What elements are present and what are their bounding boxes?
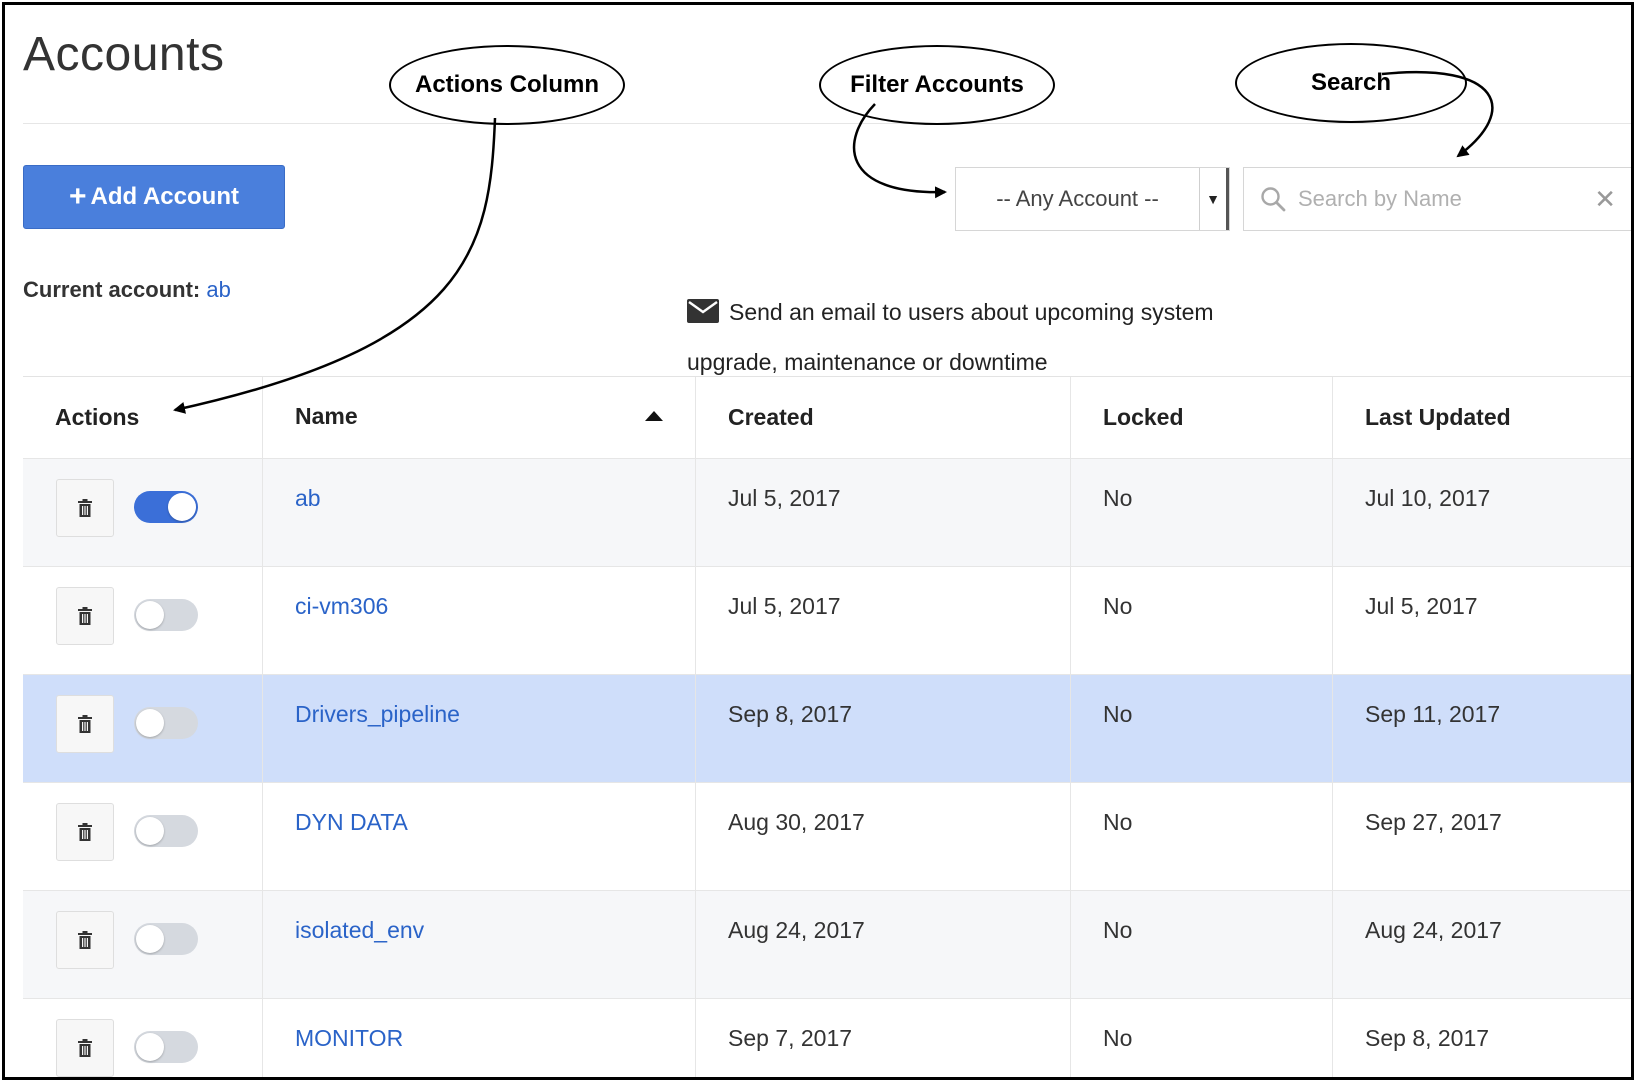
- account-name-link[interactable]: ci-vm306: [295, 593, 388, 619]
- delete-account-button[interactable]: [56, 911, 114, 969]
- callout-search: Search: [1235, 43, 1467, 123]
- search-icon: [1261, 187, 1286, 212]
- trash-icon: [78, 499, 92, 517]
- table-row[interactable]: ab Jul 5, 2017 No Jul 10, 2017: [23, 459, 1631, 567]
- account-name-cell: ab: [263, 459, 696, 566]
- account-filter-value: -- Any Account --: [996, 186, 1159, 211]
- current-account-label: Current account:: [23, 277, 201, 302]
- plus-icon: +: [69, 180, 87, 213]
- row-actions: [23, 459, 263, 566]
- last-updated-date: Sep 27, 2017: [1365, 809, 1502, 835]
- table-row[interactable]: isolated_env Aug 24, 2017 No Aug 24, 2017: [23, 891, 1631, 999]
- row-actions: [23, 891, 263, 998]
- created-date: Jul 5, 2017: [696, 459, 1071, 566]
- table-header-row: Actions Name Created Locked Last Updated: [23, 377, 1631, 459]
- column-header-name-label: Name: [295, 403, 358, 429]
- account-enabled-toggle[interactable]: [134, 599, 198, 631]
- search-box: ✕: [1243, 167, 1631, 231]
- accounts-table: Actions Name Created Locked Last Updated…: [23, 376, 1631, 1077]
- locked-status: No: [1071, 567, 1333, 674]
- delete-account-button[interactable]: [56, 587, 114, 645]
- account-name-link[interactable]: ab: [295, 485, 321, 511]
- search-input[interactable]: [1298, 186, 1595, 212]
- last-updated-date: Sep 8, 2017: [1365, 1025, 1490, 1051]
- account-name-link[interactable]: MONITOR: [295, 1025, 403, 1051]
- current-account-link[interactable]: ab: [206, 277, 230, 302]
- last-updated-date: Jul 10, 2017: [1365, 485, 1491, 511]
- trash-icon: [78, 607, 92, 625]
- locked-status: No: [1071, 675, 1333, 782]
- trash-icon: [78, 1039, 92, 1057]
- row-actions: [23, 675, 263, 782]
- account-enabled-toggle[interactable]: [134, 923, 198, 955]
- trash-icon: [78, 823, 92, 841]
- table-row[interactable]: Drivers_pipeline Sep 8, 2017 No Sep 11, 201…: [23, 675, 1631, 783]
- created-date: Aug 30, 2017: [696, 783, 1071, 890]
- account-filter-select[interactable]: -- Any Account -- ▼: [955, 167, 1230, 231]
- account-enabled-toggle[interactable]: [134, 1031, 198, 1063]
- column-header-created[interactable]: Created: [696, 377, 1071, 458]
- row-actions: [23, 999, 263, 1077]
- delete-account-button[interactable]: [56, 695, 114, 753]
- last-updated-date: Jul 5, 2017: [1365, 593, 1478, 619]
- created-date: Jul 5, 2017: [696, 567, 1071, 674]
- column-header-name[interactable]: Name: [263, 377, 696, 458]
- trash-icon: [78, 715, 92, 733]
- email-notice[interactable]: Send an email to users about upcoming sy…: [687, 287, 1257, 387]
- account-name-cell: DYN DATA: [263, 783, 696, 890]
- column-header-last-updated[interactable]: Last Updated: [1333, 377, 1631, 458]
- created-date: Sep 8, 2017: [696, 675, 1071, 782]
- table-body: ab Jul 5, 2017 No Jul 10, 2017 ci-vm306 Jul 5…: [23, 459, 1631, 1077]
- locked-status: No: [1071, 999, 1333, 1077]
- column-header-locked[interactable]: Locked: [1071, 377, 1333, 458]
- add-account-label: Add Account: [90, 183, 239, 210]
- account-name-cell: Drivers_pipeline: [263, 675, 696, 782]
- account-enabled-toggle[interactable]: [134, 815, 198, 847]
- table-row[interactable]: ci-vm306 Jul 5, 2017 No Jul 5, 2017: [23, 567, 1631, 675]
- column-header-actions: Actions: [23, 377, 263, 458]
- locked-status: No: [1071, 891, 1333, 998]
- locked-status: No: [1071, 783, 1333, 890]
- account-name-cell: isolated_env: [263, 891, 696, 998]
- table-row[interactable]: DYN DATA Aug 30, 2017 No Sep 27, 2017: [23, 783, 1631, 891]
- row-actions: [23, 783, 263, 890]
- app-frame: Accounts + Add Account Current account: …: [2, 2, 1634, 1080]
- account-enabled-toggle[interactable]: [134, 491, 198, 523]
- delete-account-button[interactable]: [56, 1019, 114, 1077]
- close-icon[interactable]: ✕: [1594, 186, 1616, 212]
- sort-ascending-icon[interactable]: [645, 411, 663, 421]
- callout-actions-column: Actions Column: [389, 45, 625, 125]
- account-name-link[interactable]: DYN DATA: [295, 809, 408, 835]
- email-notice-text: Send an email to users about upcoming sy…: [687, 299, 1214, 375]
- envelope-icon: [687, 298, 719, 323]
- table-row[interactable]: MONITOR Sep 7, 2017 No Sep 8, 2017: [23, 999, 1631, 1077]
- row-actions: [23, 567, 263, 674]
- created-date: Sep 7, 2017: [696, 999, 1071, 1077]
- delete-account-button[interactable]: [56, 479, 114, 537]
- callout-filter-accounts: Filter Accounts: [819, 45, 1055, 125]
- account-enabled-toggle[interactable]: [134, 707, 198, 739]
- last-updated-date: Sep 11, 2017: [1365, 701, 1501, 727]
- last-updated-date: Aug 24, 2017: [1365, 917, 1502, 943]
- page-title: Accounts: [23, 28, 225, 81]
- title-divider: [23, 123, 1631, 124]
- trash-icon: [78, 931, 92, 949]
- current-account: Current account: ab: [23, 277, 241, 303]
- account-name-cell: MONITOR: [263, 999, 696, 1077]
- account-name-link[interactable]: Drivers_pipeline: [295, 701, 460, 727]
- locked-status: No: [1071, 459, 1333, 566]
- caret-down-icon[interactable]: ▼: [1199, 168, 1229, 230]
- account-name-link[interactable]: isolated_env: [295, 917, 424, 943]
- created-date: Aug 24, 2017: [696, 891, 1071, 998]
- add-account-button[interactable]: + Add Account: [23, 165, 285, 229]
- account-name-cell: ci-vm306: [263, 567, 696, 674]
- delete-account-button[interactable]: [56, 803, 114, 861]
